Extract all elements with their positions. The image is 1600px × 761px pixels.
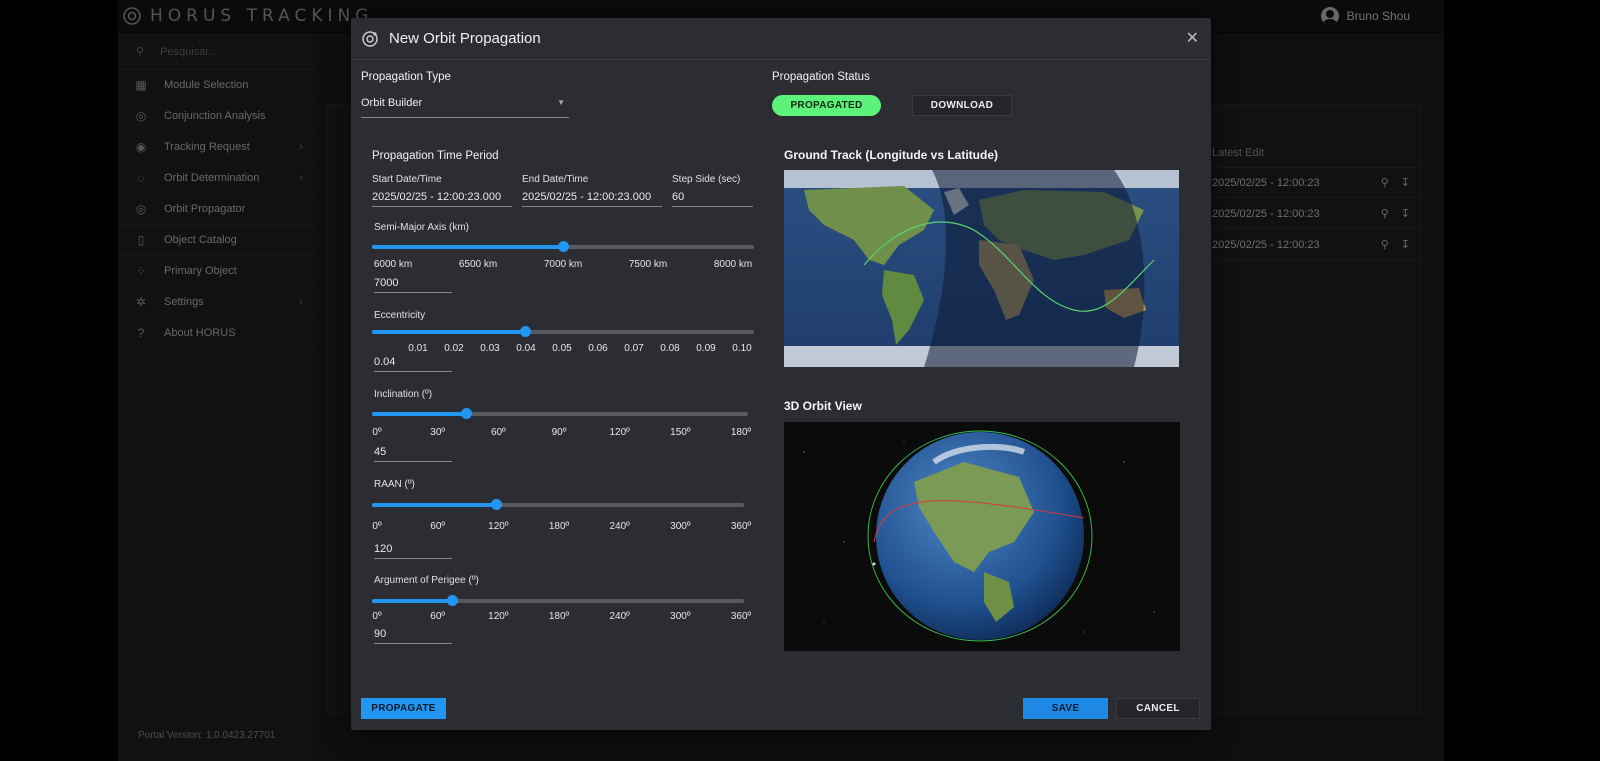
slider-tick-label: 90º [551,427,567,438]
propagation-type-label: Propagation Type [361,71,451,83]
semi-major-axis-label: Semi-Major Axis (km) [374,222,470,233]
slider-tick-label: 30º [430,427,446,438]
propagation-status-label: Propagation Status [772,71,870,83]
inclination-field[interactable]: 45 [374,446,452,462]
slider-tick-label: 0.05 [552,343,572,354]
slider-tick-label: 0.04 [516,343,536,354]
slider-thumb[interactable] [490,499,502,510]
slider-tick-label: 0º [372,611,382,622]
propagation-type-select[interactable]: Orbit Builder ▼ [361,97,569,118]
slider-tick-label: 0.07 [624,343,644,354]
slider-tick-label: 300º [670,521,691,532]
slider-thumb[interactable] [446,595,458,606]
chevron-down-icon: ▼ [557,98,565,107]
argument-of-perigee-label: Argument of Perigee (º) [374,575,479,586]
slider-tick-label: 60º [430,611,446,622]
slider-tick-label: 0.06 [588,343,608,354]
new-orbit-propagation-dialog: New Orbit Propagation ✕ Propagation Type… [351,18,1211,730]
slider-fill [372,412,466,416]
slider-tick-label: 180º [548,521,570,532]
ground-track-label: Ground Track (Longitude vs Latitude) [784,148,999,162]
semi-major-axis-slider[interactable] [372,240,754,254]
inclination-ticks: 0º 30º 60º 90º 120º 150º 180º [372,427,751,441]
time-period-label: Propagation Time Period [372,150,499,162]
slider-tick-label: 240º [609,521,630,532]
cancel-button[interactable]: CANCEL [1116,698,1200,719]
eccentricity-label: Eccentricity [374,310,426,321]
slider-tick-label: 60º [430,521,446,532]
raan-label: RAAN (º) [374,479,415,490]
slider-tick-label: 0.01 [408,343,428,354]
argument-of-perigee-slider[interactable] [372,594,744,608]
slider-tick-label: 0º [372,427,382,438]
slider-tick-label: 0.09 [696,343,716,354]
propagate-button[interactable]: PROPAGATE [361,698,446,719]
slider-tick-label: 7500 km [628,259,668,270]
download-button[interactable]: DOWNLOAD [912,95,1012,116]
slider-fill [372,245,563,249]
slider-fill [372,330,525,334]
slider-tick-label: 0º [372,521,382,532]
dialog-title: New Orbit Propagation [389,30,541,47]
slider-thumb[interactable] [558,241,569,252]
slider-tick-label: 300º [670,611,691,622]
slider-tick-label: 0.02 [444,343,464,354]
raan-field[interactable]: 120 [374,543,452,559]
slider-thumb[interactable] [461,408,472,419]
slider-tick-label: 240º [609,611,630,622]
eccentricity-slider[interactable] [372,325,754,339]
raan-ticks: 0º 60º 120º 180º 240º 300º 360º [372,521,751,535]
slider-tick-label: 360º [730,521,752,532]
start-datetime-field[interactable]: 2025/02/25 - 12:00:23.000 [372,191,512,207]
slider-tick-label: 120º [488,611,509,622]
slider-tick-label: 120º [488,521,509,532]
slider-tick-label: 6000 km [373,259,413,270]
step-size-label: Step Side (sec) [672,174,741,185]
slider-tick-label: 6500 km [458,259,498,270]
eccentricity-field[interactable]: 0.04 [374,356,452,372]
slider-fill [372,599,452,603]
inclination-slider[interactable] [372,407,748,421]
end-datetime-label: End Date/Time [522,174,589,185]
slider-tick-label: 8000 km [713,259,753,270]
eccentricity-ticks: 0.01 0.02 0.03 0.04 0.05 0.06 0.07 0.08 0.09 0.10 [408,343,751,357]
slider-fill [372,503,496,507]
inclination-label: Inclination (º) [374,389,433,400]
dialog-header: New Orbit Propagation [351,18,1211,60]
argument-of-perigee-ticks: 0º 60º 120º 180º 240º 300º 360º [372,611,751,625]
propagation-type-value: Orbit Builder [361,97,423,109]
status-badge: PROPAGATED [772,95,881,116]
slider-tick-label: 0.10 [732,343,752,354]
semi-major-axis-field[interactable]: 7000 [374,277,452,293]
ground-track-image [784,170,1179,367]
slider-tick-label: 0.03 [480,343,500,354]
slider-thumb[interactable] [519,326,531,337]
argument-of-perigee-field[interactable]: 90 [374,628,452,644]
ground-track-map [784,170,1179,367]
slider-tick-label: 180º [730,427,752,438]
semi-major-axis-ticks: 6000 km 6500 km 7000 km 7500 km 8000 km [374,259,752,273]
slider-tick-label: 360º [730,611,752,622]
orbit-propagator-icon [362,30,378,47]
save-button[interactable]: SAVE [1023,698,1108,719]
orbit-3d-image [803,430,1155,642]
slider-tick-label: 0.08 [660,343,680,354]
raan-slider[interactable] [372,498,744,512]
slider-tick-label: 120º [609,427,630,438]
orbit-3d-view[interactable] [784,422,1180,651]
slider-tick-label: 150º [670,427,691,438]
start-datetime-label: Start Date/Time [372,174,442,185]
close-icon[interactable]: ✕ [1186,28,1199,48]
slider-tick-label: 60º [490,427,506,438]
step-size-field[interactable]: 60 [672,191,753,207]
end-datetime-field[interactable]: 2025/02/25 - 12:00:23.000 [522,191,662,207]
orbit-view-label: 3D Orbit View [784,399,862,413]
slider-tick-label: 7000 km [543,259,583,270]
slider-tick-label: 180º [548,611,570,622]
